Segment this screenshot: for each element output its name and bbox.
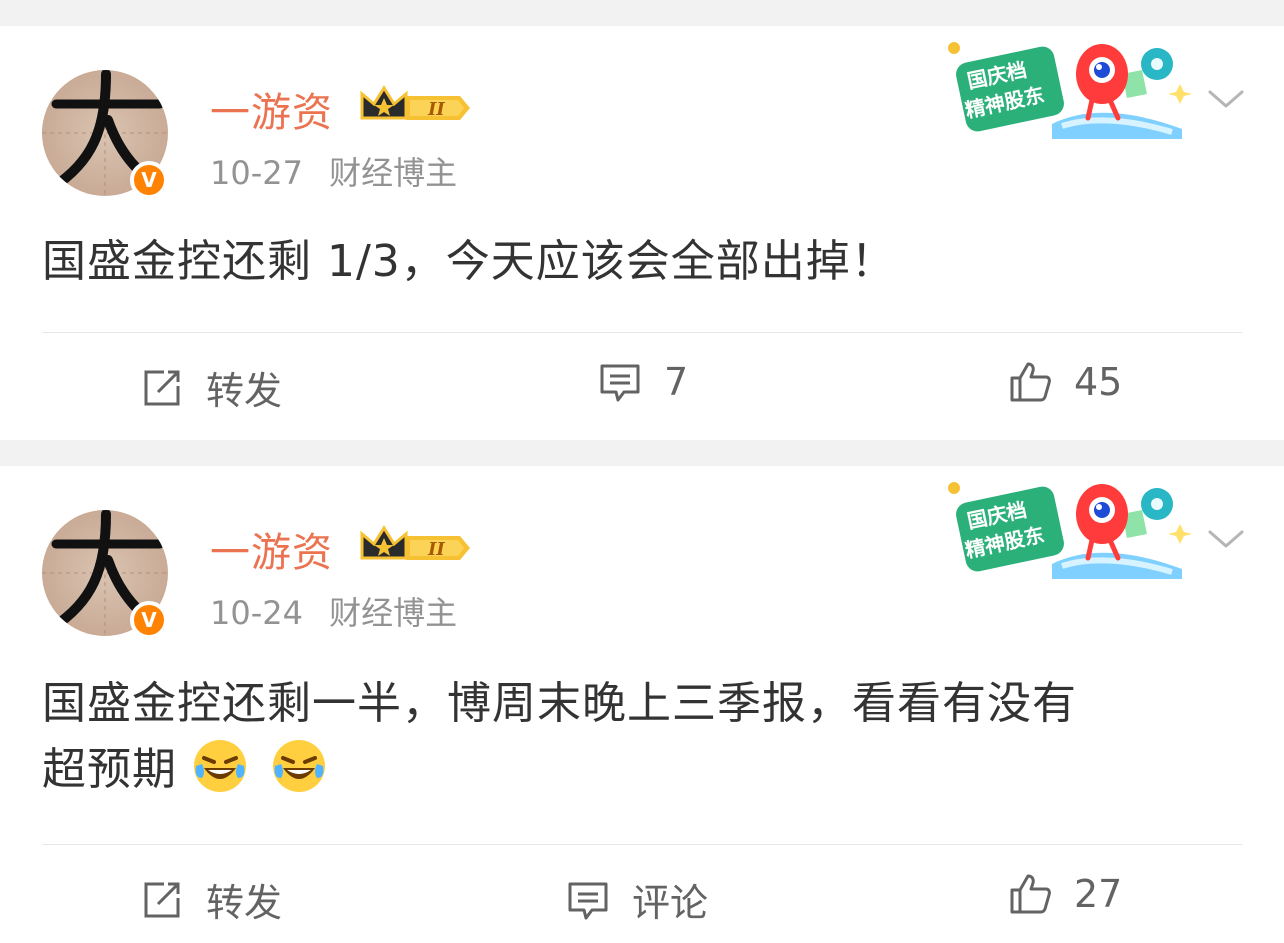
post-text-line: 国盛金控还剩一半，博周末晚上三季报，看看有没有 <box>42 678 1077 729</box>
event-badge-icon[interactable]: 国庆档 精神股东 <box>942 474 1202 584</box>
vip-crown-icon: II <box>360 525 470 560</box>
laugh-cry-emoji-icon <box>273 740 325 792</box>
post-time[interactable]: 10-27 <box>210 154 303 192</box>
laugh-cry-emoji-icon <box>194 740 246 792</box>
user-category: 财经博主 <box>329 594 458 632</box>
comment-icon <box>568 882 608 919</box>
comment-label: 评论 <box>632 881 709 925</box>
comment-icon <box>600 364 640 402</box>
repost-icon <box>144 370 180 405</box>
like-button[interactable]: 27 <box>1008 872 1122 916</box>
post-text-line: 超预期 <box>42 744 177 795</box>
chevron-down-icon[interactable] <box>1206 524 1246 554</box>
verified-badge: V <box>130 161 168 199</box>
post-meta: 10-27 财经博主 <box>210 148 457 194</box>
user-category: 财经博主 <box>329 154 458 192</box>
repost-label: 转发 <box>206 881 283 925</box>
comment-button[interactable]: 评论 <box>566 872 708 927</box>
chevron-down-icon[interactable] <box>1206 84 1246 114</box>
event-badge-icon[interactable]: 国庆档 精神股东 <box>942 34 1202 144</box>
post-meta: 10-24 财经博主 <box>210 588 457 634</box>
username[interactable]: 一游资 <box>210 520 333 578</box>
post-text: 国盛金控还剩 1/3，今天应该会全部出掉！ <box>42 236 896 287</box>
comment-count: 7 <box>664 360 689 404</box>
post-card[interactable]: V 一游资 II 10-24 财经博主 国庆档 精神股东 国盛金控还剩一半，博周… <box>0 466 1284 943</box>
vip-crown-icon: II <box>360 85 470 120</box>
thumbs-up-icon <box>1010 874 1051 914</box>
feed-top-gap <box>0 0 1284 26</box>
like-button[interactable]: 45 <box>1008 360 1122 404</box>
comment-button[interactable]: 7 <box>598 360 688 404</box>
post-time[interactable]: 10-24 <box>210 594 303 632</box>
repost-button[interactable]: 转发 <box>140 872 282 927</box>
thumbs-up-icon <box>1010 362 1051 402</box>
post-card[interactable]: V 一游资 II 10-27 财经博主 国庆档 精神股东 国盛金控还剩 1/3，… <box>0 26 1284 440</box>
divider <box>42 332 1242 333</box>
repost-label: 转发 <box>206 369 283 413</box>
post-text-line-2: 超预期 <box>42 737 1252 803</box>
like-count: 27 <box>1074 872 1123 916</box>
vip-level: II <box>427 99 445 120</box>
username[interactable]: 一游资 <box>210 80 333 138</box>
verified-badge: V <box>130 601 168 639</box>
repost-button[interactable]: 转发 <box>140 360 282 415</box>
repost-icon <box>144 882 180 917</box>
divider <box>42 844 1242 845</box>
post-text: 国盛金控还剩一半，博周末晚上三季报，看看有没有 超预期 <box>42 671 1252 803</box>
like-count: 45 <box>1074 360 1123 404</box>
vip-level: II <box>427 539 445 560</box>
